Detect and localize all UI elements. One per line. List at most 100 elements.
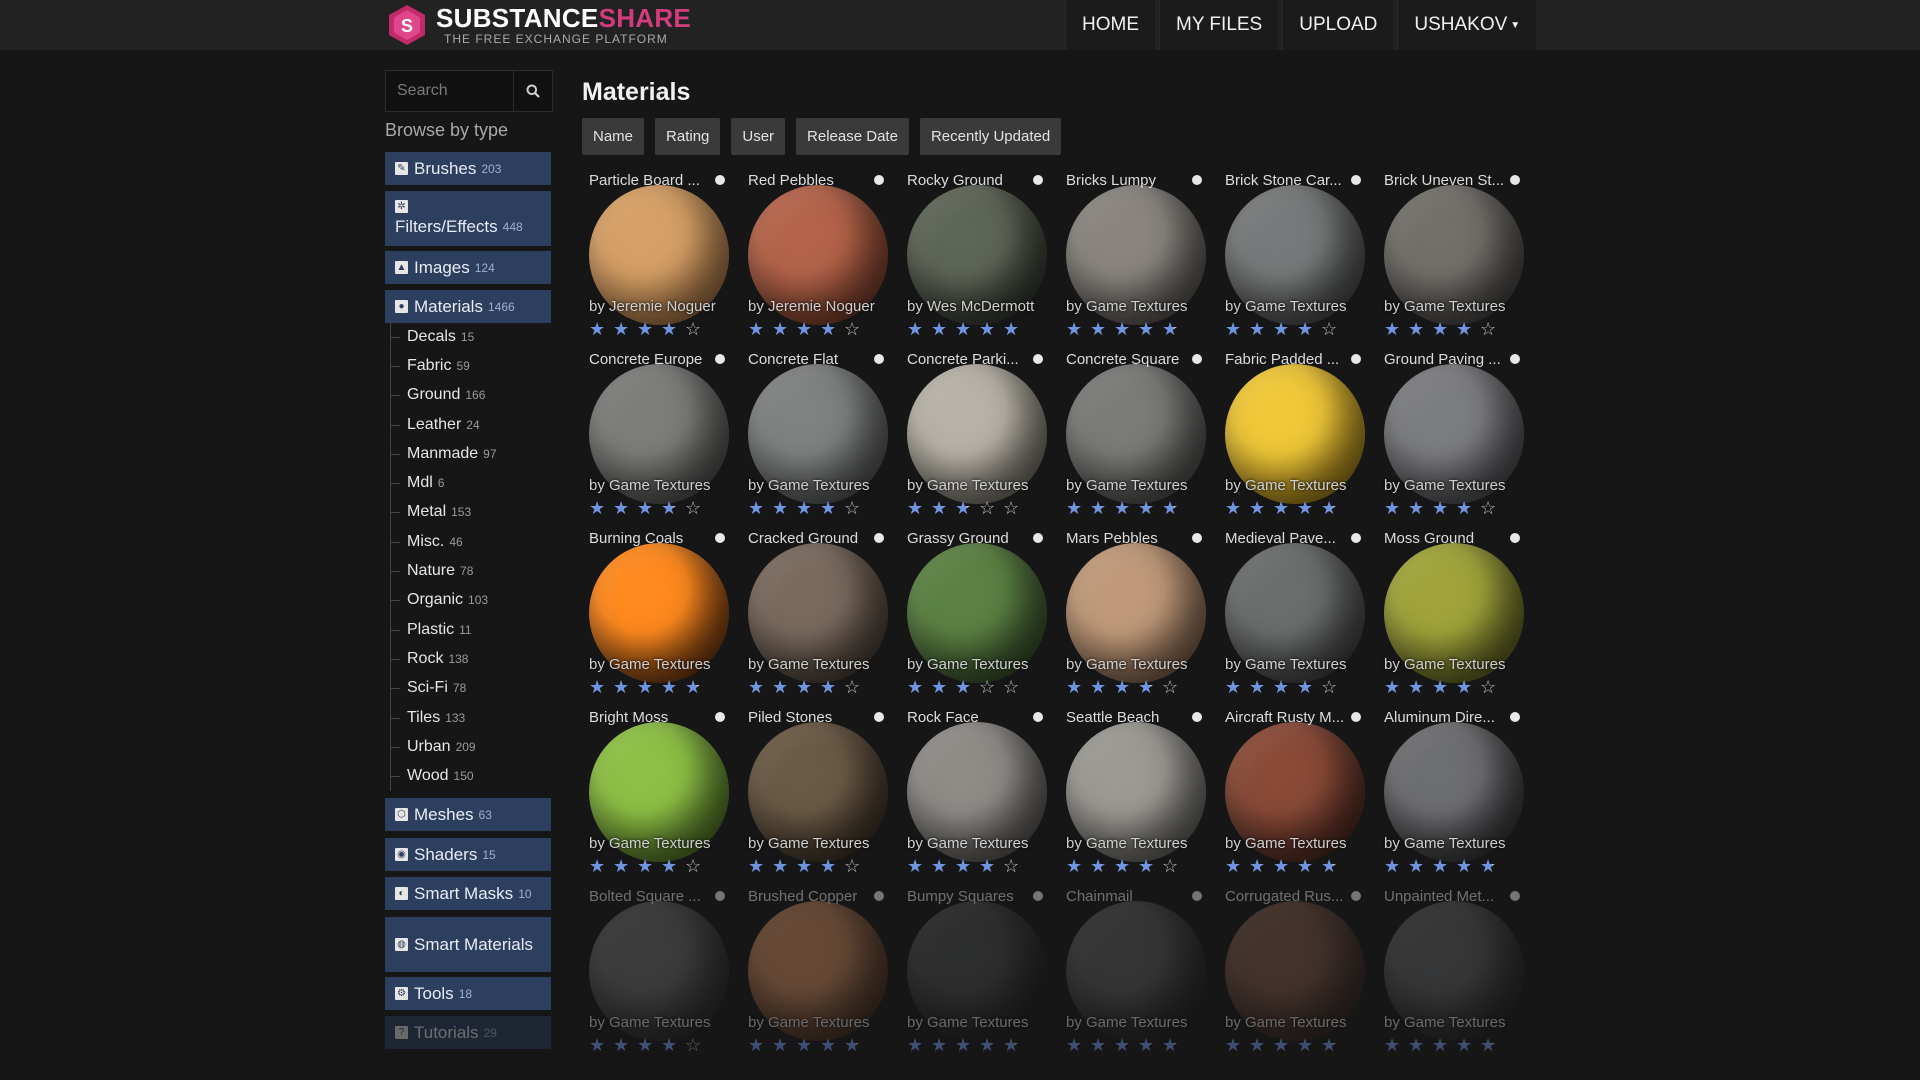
material-card[interactable]: Piled Stones by Game Textures ★ ★ ★ ★ ☆ [741,707,891,882]
material-title[interactable]: Rock Face [907,709,979,726]
category-tutorials[interactable]: ? Tutorials 29 [385,1016,551,1049]
material-author[interactable]: by Jeremie Noguer [748,298,875,315]
material-card[interactable]: Unpainted Met... by Game Textures ★ ★ ★ ★ ★ [1377,886,1527,1061]
material-card[interactable]: Concrete Flat by Game Textures ★ ★ ★ ★ ☆ [741,349,891,524]
material-card[interactable]: Bricks Lumpy by Game Textures ★ ★ ★ ★ ★ [1059,170,1209,345]
material-author[interactable]: by Game Textures [1225,477,1346,494]
category-brushes[interactable]: ✎ Brushes 203 [385,152,551,185]
nav-home[interactable]: HOME [1065,0,1155,50]
material-author[interactable]: by Game Textures [1384,477,1505,494]
material-card[interactable]: Aluminum Dire... by Game Textures ★ ★ ★ ★ ★ [1377,707,1527,882]
material-title[interactable]: Seattle Beach [1066,709,1159,726]
category-smart-masks[interactable]: ◐ Smart Masks 10 [385,877,551,910]
category-smart-materials[interactable]: ◍ Smart Materials [385,917,551,972]
material-title[interactable]: Red Pebbles [748,172,834,189]
category-materials[interactable]: ● Materials 1466 [385,290,551,323]
nav-upload[interactable]: UPLOAD [1282,0,1394,50]
material-card[interactable]: Concrete Parki... by Game Textures ★ ★ ★ ☆ ☆ [900,349,1050,524]
material-card[interactable]: Bright Moss by Game Textures ★ ★ ★ ★ ☆ [582,707,732,882]
material-title[interactable]: Rocky Ground [907,172,1003,189]
sort-by-user-button[interactable]: User [731,118,786,155]
material-author[interactable]: by Game Textures [748,1014,869,1031]
material-card[interactable]: Concrete Square by Game Textures ★ ★ ★ ★ ★ [1059,349,1209,524]
nav-user-menu[interactable]: USHAKOV ▼ [1397,0,1537,50]
subcategory-rock[interactable]: Rock 138 [390,644,550,674]
material-author[interactable]: by Game Textures [1225,835,1346,852]
material-title[interactable]: Brushed Copper [748,888,857,905]
material-title[interactable]: Brick Uneven St... [1384,172,1504,189]
material-card[interactable]: Bumpy Squares by Game Textures ★ ★ ★ ★ ★ [900,886,1050,1061]
material-author[interactable]: by Game Textures [1384,656,1505,673]
material-author[interactable]: by Game Textures [1066,835,1187,852]
category-images[interactable]: ▲ Images 124 [385,251,551,284]
category-tools[interactable]: ⚙ Tools 18 [385,977,551,1010]
subcategory-nature[interactable]: Nature 78 [390,556,550,586]
material-title[interactable]: Bolted Square ... [589,888,701,905]
material-title[interactable]: Brick Stone Car... [1225,172,1342,189]
material-title[interactable]: Unpainted Met... [1384,888,1494,905]
material-card[interactable]: Brick Stone Car... by Game Textures ★ ★ ★ ★ ☆ [1218,170,1368,345]
nav-my-files[interactable]: MY FILES [1159,0,1279,50]
material-title[interactable]: Corrugated Rus... [1225,888,1343,905]
search-input[interactable] [386,71,513,111]
material-title[interactable]: Chainmail [1066,888,1133,905]
material-title[interactable]: Ground Paving ... [1384,351,1501,368]
material-card[interactable]: Grassy Ground by Game Textures ★ ★ ★ ☆ ☆ [900,528,1050,703]
subcategory-wood[interactable]: Wood 150 [390,761,550,792]
subcategory-decals[interactable]: Decals 15 [390,322,550,352]
material-author[interactable]: by Game Textures [1384,1014,1505,1031]
material-title[interactable]: Fabric Padded ... [1225,351,1339,368]
material-title[interactable]: Concrete Flat [748,351,838,368]
material-title[interactable]: Particle Board ... [589,172,700,189]
category-shaders[interactable]: ◉ Shaders 15 [385,838,551,871]
material-author[interactable]: by Game Textures [589,1014,710,1031]
material-card[interactable]: Brushed Copper by Game Textures ★ ★ ★ ★ ★ [741,886,891,1061]
material-card[interactable]: Cracked Ground by Game Textures ★ ★ ★ ★ ☆ [741,528,891,703]
material-card[interactable]: Burning Coals by Game Textures ★ ★ ★ ★ ★ [582,528,732,703]
subcategory-manmade[interactable]: Manmade 97 [390,439,550,469]
sort-by-rating-button[interactable]: Rating [655,118,721,155]
material-author[interactable]: by Game Textures [1066,298,1187,315]
material-card[interactable]: Red Pebbles by Jeremie Noguer ★ ★ ★ ★ ☆ [741,170,891,345]
subcategory-sci-fi[interactable]: Sci-Fi 78 [390,673,550,704]
material-author[interactable]: by Game Textures [748,477,869,494]
subcategory-plastic[interactable]: Plastic 11 [390,614,550,645]
material-author[interactable]: by Game Textures [907,1014,1028,1031]
material-card[interactable]: Rock Face by Game Textures ★ ★ ★ ★ ☆ [900,707,1050,882]
material-card[interactable]: Brick Uneven St... by Game Textures ★ ★ ★ ★ ☆ [1377,170,1527,345]
sort-by-recently-updated-button[interactable]: Recently Updated [919,118,1062,155]
material-title[interactable]: Cracked Ground [748,530,858,547]
material-card[interactable]: Moss Ground by Game Textures ★ ★ ★ ★ ☆ [1377,528,1527,703]
material-author[interactable]: by Game Textures [1066,656,1187,673]
material-author[interactable]: by Game Textures [1225,1014,1346,1031]
material-title[interactable]: Aircraft Rusty M... [1225,709,1344,726]
material-card[interactable]: Corrugated Rus... by Game Textures ★ ★ ★ ★ ★ [1218,886,1368,1061]
subcategory-fabric[interactable]: Fabric 59 [390,351,550,381]
subcategory-urban[interactable]: Urban 209 [390,732,550,762]
subcategory-organic[interactable]: Organic 103 [390,585,550,616]
subcategory-mdl[interactable]: Mdl 6 [390,468,550,499]
material-author[interactable]: by Game Textures [1066,477,1187,494]
material-title[interactable]: Burning Coals [589,530,683,547]
material-card[interactable]: Fabric Padded ... by Game Textures ★ ★ ★ ★ ★ [1218,349,1368,524]
material-author[interactable]: by Game Textures [1225,656,1346,673]
sort-by-release-date-button[interactable]: Release Date [796,118,909,155]
material-card[interactable]: Rocky Ground by Wes McDermott ★ ★ ★ ★ ★ [900,170,1050,345]
material-card[interactable]: Chainmail by Game Textures ★ ★ ★ ★ ★ [1059,886,1209,1061]
material-title[interactable]: Medieval Pave... [1225,530,1336,547]
material-card[interactable]: Concrete Europe by Game Textures ★ ★ ★ ★ ☆ [582,349,732,524]
sort-by-name-button[interactable]: Name [582,118,645,155]
subcategory-metal[interactable]: Metal 153 [390,497,550,528]
material-title[interactable]: Aluminum Dire... [1384,709,1495,726]
search-button[interactable] [513,71,552,111]
material-author[interactable]: by Game Textures [748,835,869,852]
material-title[interactable]: Moss Ground [1384,530,1474,547]
material-author[interactable]: by Game Textures [907,656,1028,673]
material-author[interactable]: by Game Textures [907,477,1028,494]
material-author[interactable]: by Game Textures [589,477,710,494]
material-author[interactable]: by Jeremie Noguer [589,298,716,315]
subcategory-leather[interactable]: Leather 24 [390,409,550,440]
material-card[interactable]: Particle Board ... by Jeremie Noguer ★ ★ ★ ★ ☆ [582,170,732,345]
category-filters-effects[interactable]: ✲ Filters/Effects 448 [385,191,551,246]
material-author[interactable]: by Game Textures [907,835,1028,852]
